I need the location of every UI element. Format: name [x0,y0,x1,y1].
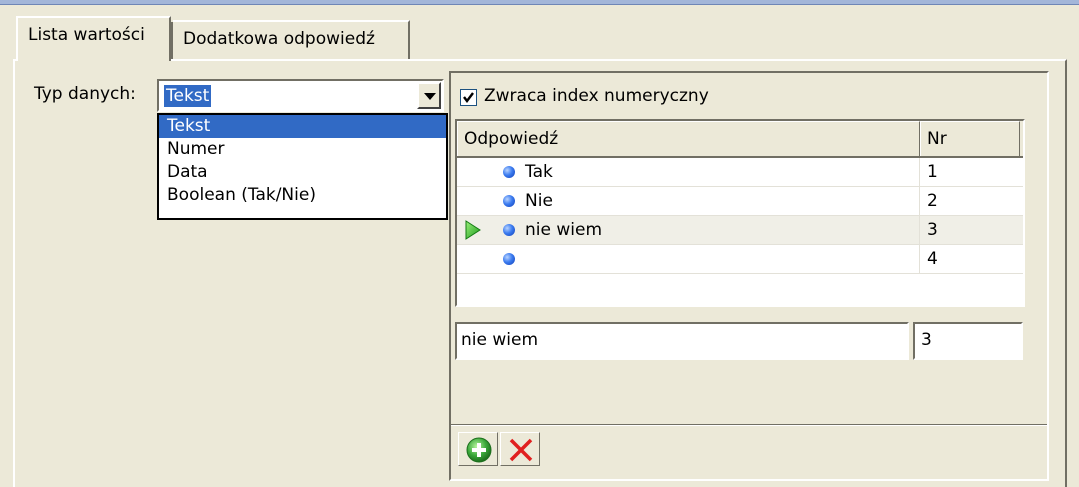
data-type-dropdown-list: Tekst Numer Data Boolean (Tak/Nie) [157,113,448,220]
nr-cell[interactable]: 3 [920,216,1020,244]
add-button[interactable] [458,432,498,466]
nr-cell[interactable]: 4 [920,245,1020,273]
answer-cell[interactable]: Nie [491,187,920,215]
column-header-answer[interactable]: Odpowiedź [457,121,920,156]
window-top-border [0,0,1079,5]
answer-text: Tak [525,162,553,182]
toolbar-divider [451,424,1047,426]
table-row[interactable]: Tak 1 [457,158,1023,187]
bullet-icon [503,253,515,265]
dropdown-option-tekst[interactable]: Tekst [159,115,446,138]
bullet-icon [503,195,515,207]
delete-button[interactable] [500,432,540,466]
answer-cell[interactable]: nie wiem [491,216,920,244]
answer-text: nie wiem [525,220,603,240]
answer-text: Nie [525,191,553,211]
numeric-index-checkbox[interactable] [460,89,477,106]
table-row[interactable]: Nie 2 [457,187,1023,216]
data-type-label: Typ danych: [34,84,136,104]
row-indicator [457,158,491,186]
answer-edit-field[interactable]: nie wiem [455,322,909,360]
delete-icon [509,438,533,462]
bullet-icon [503,224,515,236]
checkmark-icon [463,92,474,103]
table-row[interactable]: 4 [457,245,1023,274]
combo-dropdown-button[interactable] [417,82,441,109]
answers-grid: Odpowiedź Nr Tak 1 Nie 2 nie wiem 3 4 [455,119,1025,307]
tab-dodatkowa-odpowiedz[interactable]: Dodatkowa odpowiedź [171,20,410,60]
tab-lista-wartosci[interactable]: Lista wartości [16,16,171,61]
nr-edit-field[interactable]: 3 [913,322,1023,360]
grid-header: Odpowiedź Nr [457,121,1023,158]
row-indicator [457,245,491,273]
numeric-index-label[interactable]: Zwraca index numeryczny [484,86,709,106]
dropdown-option-boolean[interactable]: Boolean (Tak/Nie) [159,184,446,207]
answer-cell[interactable] [491,245,920,273]
chevron-down-icon [424,93,436,100]
data-type-combo[interactable]: Tekst [157,79,444,112]
current-row-arrow-icon [465,220,481,240]
add-icon [466,437,492,463]
data-type-value: Tekst [164,85,212,107]
bullet-icon [503,166,515,178]
tab-label: Lista wartości [28,25,145,45]
dropdown-option-data[interactable]: Data [159,161,446,184]
answer-cell[interactable]: Tak [491,158,920,186]
row-indicator [457,216,491,244]
table-row[interactable]: nie wiem 3 [457,216,1023,245]
column-header-nr[interactable]: Nr [920,121,1020,156]
tab-label: Dodatkowa odpowiedź [183,29,375,49]
row-indicator [457,187,491,215]
nr-cell[interactable]: 1 [920,158,1020,186]
dropdown-option-numer[interactable]: Numer [159,138,446,161]
nr-cell[interactable]: 2 [920,187,1020,215]
